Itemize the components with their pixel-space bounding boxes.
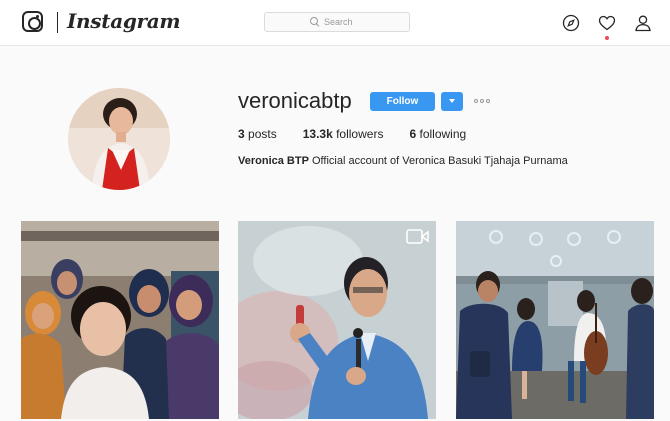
post-thumbnail[interactable] <box>21 221 219 419</box>
instagram-logo-icon[interactable] <box>22 11 43 32</box>
search-icon <box>310 17 320 27</box>
person-icon[interactable] <box>634 14 652 32</box>
notification-dot <box>605 36 609 40</box>
profile-full-name: Veronica BTP <box>238 155 309 167</box>
brand-divider <box>57 12 58 33</box>
profile-bio-text: Official account of Veronica Basuki Tjah… <box>311 155 568 167</box>
top-nav-bar: Instagram <box>0 0 670 46</box>
following-label: following <box>419 127 467 141</box>
profile-username: veronicabtp <box>238 88 352 113</box>
follow-button[interactable]: Follow <box>370 92 435 111</box>
search-box[interactable] <box>264 12 410 32</box>
followers-stat[interactable]: 13.3k followers <box>303 127 384 141</box>
instagram-wordmark[interactable]: Instagram <box>67 9 181 33</box>
chevron-down-icon[interactable] <box>441 92 463 111</box>
followers-count: 13.3k <box>302 127 333 141</box>
post-thumbnail[interactable] <box>238 221 436 419</box>
more-options-icon[interactable] <box>474 97 492 105</box>
posts-label: posts <box>248 127 277 141</box>
profile-bio: Veronica BTP Official account of Veronic… <box>238 155 568 167</box>
video-camera-icon <box>406 229 429 244</box>
following-stat[interactable]: 6 following <box>409 127 466 141</box>
posts-count: 3 <box>238 127 245 141</box>
post-thumbnail[interactable] <box>456 221 654 419</box>
profile-stats: 3 posts 13.3k followers 6 following <box>238 127 492 141</box>
compass-icon[interactable] <box>562 14 580 32</box>
heart-icon[interactable] <box>598 14 616 32</box>
followers-label: followers <box>336 127 384 141</box>
search-input[interactable] <box>324 17 364 27</box>
profile-avatar <box>68 88 170 190</box>
posts-stat: 3 posts <box>238 127 277 141</box>
following-count: 6 <box>409 127 417 141</box>
